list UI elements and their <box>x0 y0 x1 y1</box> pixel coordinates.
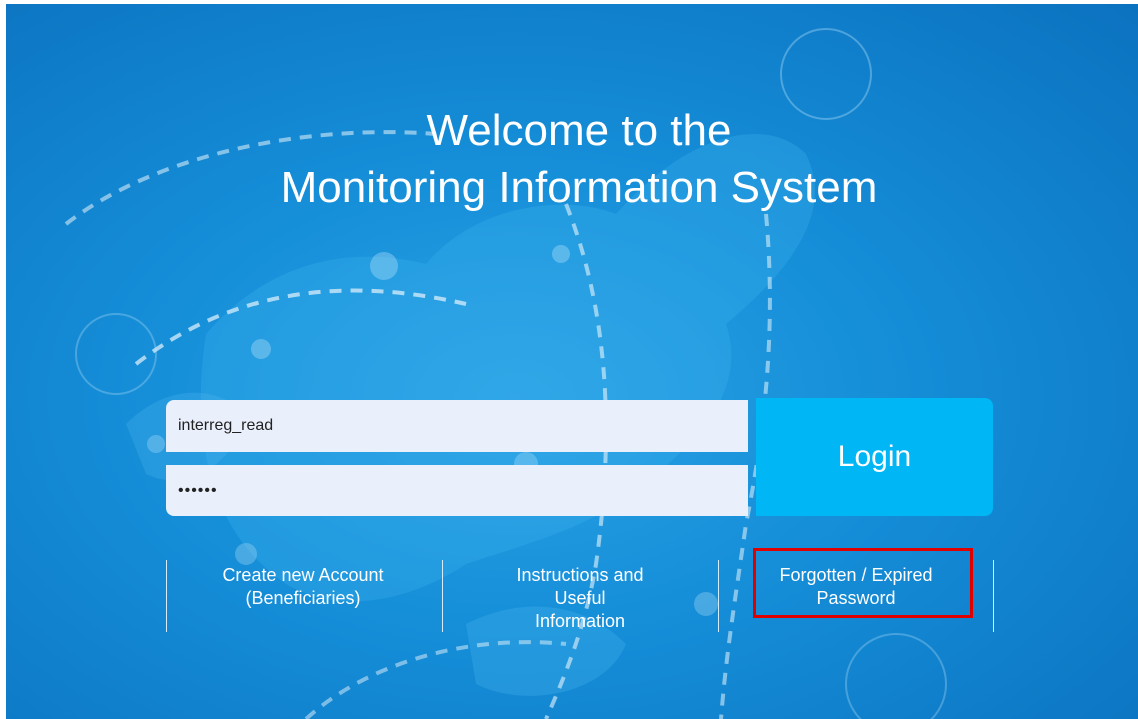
instructions-line-2: Useful <box>554 588 606 608</box>
forgotten-line-1: Forgotten / Expired <box>779 565 933 585</box>
login-page: Welcome to the Monitoring Information Sy… <box>6 4 1138 719</box>
forgotten-password-link[interactable]: Forgotten / Expired Password <box>728 564 984 610</box>
instructions-line-1: Instructions and <box>516 565 644 585</box>
login-button[interactable]: Login <box>756 398 993 516</box>
title-line-2: Monitoring Information System <box>280 163 878 212</box>
link-divider <box>718 560 719 632</box>
create-account-line-1: Create new Account <box>222 565 384 585</box>
create-account-line-2: (Beneficiaries) <box>245 588 361 608</box>
password-input[interactable] <box>166 465 748 516</box>
create-account-link[interactable]: Create new Account (Beneficiaries) <box>171 564 435 610</box>
link-divider <box>166 560 167 632</box>
link-divider <box>442 560 443 632</box>
username-input[interactable] <box>166 400 748 452</box>
page-title: Welcome to the Monitoring Information Sy… <box>6 102 1138 216</box>
instructions-link[interactable]: Instructions and Useful Information <box>452 564 708 633</box>
forgotten-line-2: Password <box>816 588 896 608</box>
title-line-1: Welcome to the <box>426 106 732 155</box>
link-divider <box>993 560 994 632</box>
instructions-line-3: Information <box>534 611 626 631</box>
